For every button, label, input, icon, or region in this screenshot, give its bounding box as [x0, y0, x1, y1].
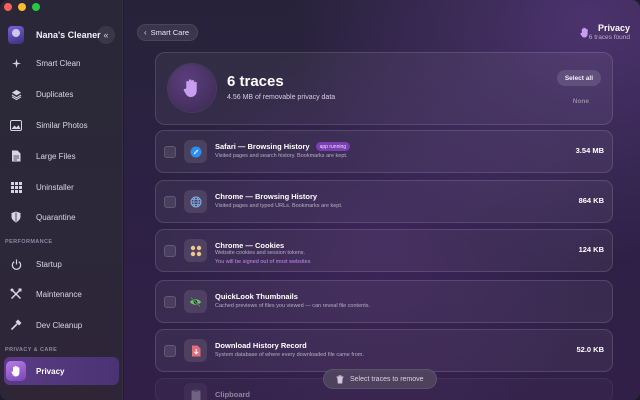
trace-title: Clipboard [215, 390, 250, 399]
sidebar-item-privacy[interactable]: Privacy [4, 357, 119, 385]
trace-warning: You will be signed out of most websites [215, 259, 311, 265]
trace-checkbox[interactable] [164, 345, 176, 357]
sidebar-item-label: Large Files [36, 151, 76, 161]
sidebar-item-duplicates[interactable]: Duplicates [4, 80, 119, 108]
select-all-button[interactable]: Select all [556, 70, 601, 86]
trace-description: Cached previews of files you viewed — ca… [215, 303, 370, 309]
trace-checkbox[interactable] [164, 296, 176, 308]
trace-title: Safari — Browsing History [215, 142, 310, 151]
photo-icon [4, 119, 28, 131]
trace-size: 124 KB [578, 245, 604, 254]
download-file-icon [184, 339, 207, 362]
main-content: ‹ Smart Care Privacy 6 traces found 6 tr… [124, 0, 640, 400]
section-label-performance: PERFORMANCE [5, 239, 53, 245]
trace-title-container: Chrome — Browsing History [215, 192, 317, 201]
trace-size: 864 KB [578, 196, 604, 205]
trace-size: 3.54 MB [575, 146, 604, 155]
compass-icon [184, 140, 207, 163]
sidebar-item-large-files[interactable]: Large Files [4, 142, 119, 170]
chevron-left-icon: ‹ [144, 28, 147, 37]
sidebar-item-maintenance[interactable]: Maintenance [4, 280, 119, 308]
trace-title-container: QuickLook Thumbnails [215, 292, 298, 301]
page-header: Privacy 6 traces found [589, 23, 630, 41]
trace-row-quicklook[interactable]: QuickLook Thumbnails Cached previews of … [155, 280, 613, 323]
trace-title: Chrome — Cookies [215, 241, 285, 250]
trash-icon [336, 374, 344, 384]
app-running-badge: app running [315, 142, 351, 151]
page-title: Privacy [597, 23, 630, 33]
trace-title-container: Chrome — Cookies [215, 241, 284, 250]
back-button-label: Smart Care [150, 28, 190, 37]
section-label-privacy: PRIVACY & CARE [5, 347, 58, 353]
trace-title: QuickLook Thumbnails [215, 292, 298, 301]
sidebar-item-quarantine[interactable]: Quarantine [4, 203, 119, 231]
trace-description: Visited pages and search history. Bookma… [215, 153, 348, 159]
trace-description: System database of where every downloade… [215, 352, 364, 358]
hand-icon [168, 64, 216, 112]
sidebar-item-label: Maintenance [36, 289, 82, 299]
trace-checkbox[interactable] [164, 146, 176, 158]
power-icon [4, 258, 28, 270]
sidebar-item-label: Duplicates [36, 89, 74, 99]
sidebar-item-uninstaller[interactable]: Uninstaller [4, 173, 119, 201]
summary-title: 6 traces [227, 73, 284, 90]
trace-title-container: Clipboard [215, 390, 250, 399]
tools-icon [4, 288, 28, 300]
sidebar-item-smart-clean[interactable]: Smart Clean [4, 49, 119, 77]
sidebar-item-label: Startup [36, 259, 62, 269]
trace-size: 52.0 KB [576, 345, 604, 354]
trace-title-container: Safari — Browsing History app running [215, 142, 351, 151]
sidebar-item-label: Quarantine [36, 212, 76, 222]
double-chevron-left-icon: « [103, 30, 109, 40]
back-button[interactable]: ‹ Smart Care [137, 24, 199, 41]
trace-row-download-history[interactable]: Download History Record System database … [155, 329, 613, 372]
privacy-icon-holder [4, 361, 28, 381]
document-icon [4, 150, 28, 162]
trace-row-safari-history[interactable]: Safari — Browsing History app running Vi… [155, 130, 613, 173]
sidebar-item-label: Dev Cleanup [36, 320, 83, 330]
sidebar-item-similar-photos[interactable]: Similar Photos [4, 111, 119, 139]
trace-row-chrome-cookies[interactable]: Chrome — Cookies Website cookies and ses… [155, 229, 613, 272]
window-controls [4, 3, 40, 11]
sparkles-icon [4, 58, 28, 69]
sidebar-item-label: Privacy [36, 366, 65, 376]
hand-icon [6, 361, 26, 381]
hammer-icon [4, 319, 28, 331]
trace-title-container: Download History Record [215, 341, 307, 350]
zoom-window-button[interactable] [32, 3, 40, 11]
select-none-button[interactable]: None [567, 94, 595, 108]
trace-checkbox[interactable] [164, 196, 176, 208]
minimize-window-button[interactable] [18, 3, 26, 11]
app-brand: Nana's Cleaner [8, 26, 101, 44]
trace-title: Download History Record [215, 341, 307, 350]
trace-title: Chrome — Browsing History [215, 192, 318, 201]
collapse-sidebar-button[interactable]: « [97, 26, 115, 44]
sidebar-item-label: Uninstaller [36, 182, 74, 192]
close-window-button[interactable] [4, 3, 12, 11]
grid-icon [4, 181, 28, 193]
eye-slash-icon [184, 290, 207, 313]
app-window: Nana's Cleaner « Smart Clean Duplicates … [0, 0, 640, 400]
cookies-icon [184, 239, 207, 262]
sidebar-item-label: Smart Clean [36, 58, 81, 68]
trace-description: Website cookies and session tokens. [215, 250, 306, 256]
sidebar-item-startup[interactable]: Startup [4, 250, 119, 278]
clipboard-icon [184, 383, 207, 400]
app-name: Nana's Cleaner [36, 30, 101, 40]
sidebar-item-dev-cleanup[interactable]: Dev Cleanup [4, 311, 119, 339]
layers-icon [4, 89, 28, 100]
remove-traces-label: Select traces to remove [350, 375, 424, 383]
app-logo-icon [8, 26, 24, 44]
globe-icon [184, 190, 207, 213]
page-subtitle: 6 traces found [588, 34, 630, 41]
summary-subtitle: 4.56 MB of removable privacy data [227, 94, 336, 101]
remove-traces-button[interactable]: Select traces to remove [323, 369, 437, 389]
trace-checkbox[interactable] [164, 245, 176, 257]
trace-row-chrome-history[interactable]: Chrome — Browsing History Visited pages … [155, 180, 613, 223]
sidebar: Nana's Cleaner « Smart Clean Duplicates … [0, 0, 123, 400]
shield-icon [4, 211, 28, 223]
summary-card: 6 traces 4.56 MB of removable privacy da… [155, 52, 613, 125]
sidebar-item-label: Similar Photos [36, 120, 88, 130]
trace-description: Visited pages and typed URLs. Bookmarks … [215, 203, 343, 209]
